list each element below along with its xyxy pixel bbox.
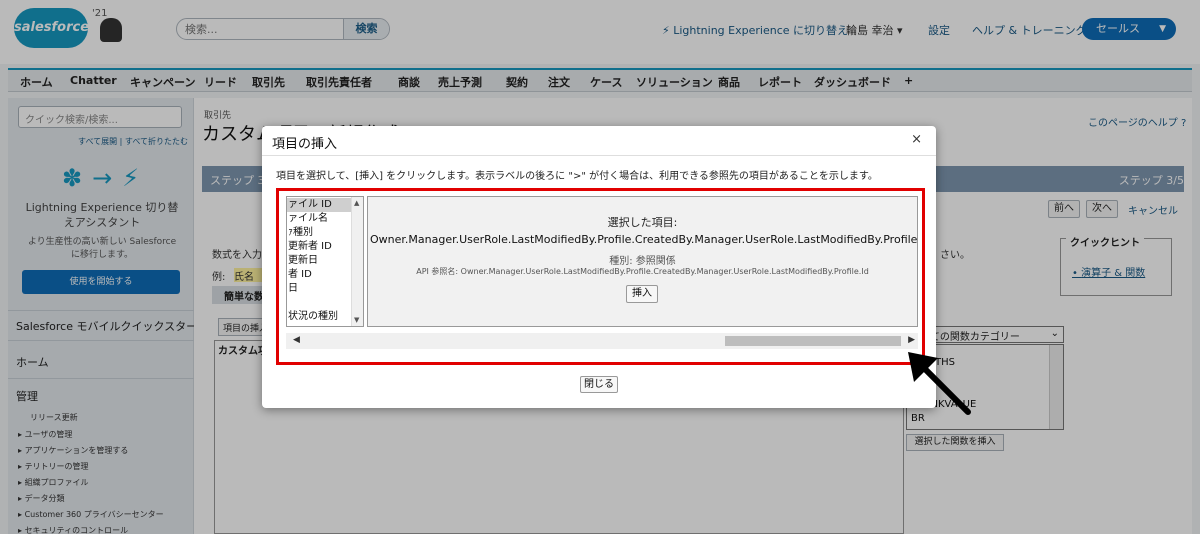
close-icon[interactable]: × <box>911 132 922 147</box>
field-list-item[interactable]: 者 ID <box>287 268 351 282</box>
selected-field-path: Owner.Manager.UserRole.LastModifiedBy.Pr… <box>370 233 918 246</box>
field-list[interactable]: ァイル ID ァイル名 ｧ種別 更新者 ID 更新日 者 ID 日 状況の種別 … <box>286 196 364 327</box>
highlight-frame: ァイル ID ァイル名 ｧ種別 更新者 ID 更新日 者 ID 日 状況の種別 … <box>276 188 925 365</box>
scroll-left-icon[interactable]: ◀ <box>293 335 300 345</box>
scroll-right-icon[interactable]: ▶ <box>908 335 915 345</box>
insert-field-dialog: 項目の挿入 × 項目を選択して、[挿入] をクリックします。表示ラベルの後ろに … <box>262 126 936 408</box>
field-list-item[interactable]: 状況の種別 <box>287 310 351 324</box>
api-reference-name: API 参照名: Owner.Manager.UserRole.LastModi… <box>416 267 869 276</box>
field-list-scrollbar[interactable]: ▲ ▼ <box>351 197 363 326</box>
field-type: 種別: 参照関係 <box>609 256 676 267</box>
dialog-header: 項目の挿入 × <box>262 126 936 156</box>
close-button[interactable]: 閉じる <box>580 376 618 393</box>
field-list-item[interactable]: ｧ種別 <box>287 226 351 240</box>
scroll-up-icon[interactable]: ▲ <box>354 199 359 207</box>
field-list-item[interactable]: ァイル名 <box>287 212 351 226</box>
dialog-title: 項目の挿入 <box>272 137 338 152</box>
scrollbar-thumb[interactable] <box>725 336 901 346</box>
field-list-item[interactable]: 日 <box>287 282 351 296</box>
dialog-instruction: 項目を選択して、[挿入] をクリックします。表示ラベルの後ろに ">" が付く場… <box>276 171 878 182</box>
scroll-down-icon[interactable]: ▼ <box>354 316 359 324</box>
field-list-item[interactable]: 更新日 <box>287 254 351 268</box>
selected-field-panel: 選択した項目: Owner.Manager.UserRole.LastModif… <box>367 196 918 327</box>
selected-field-label: 選択した項目: <box>607 216 678 229</box>
field-list-item[interactable]: ァイル ID <box>287 198 351 212</box>
annotation-arrow-icon <box>908 352 971 415</box>
insert-button[interactable]: 挿入 <box>626 285 658 303</box>
field-list-item[interactable]: 更新者 ID <box>287 240 351 254</box>
horizontal-scrollbar[interactable]: ◀ ▶ <box>286 333 918 349</box>
